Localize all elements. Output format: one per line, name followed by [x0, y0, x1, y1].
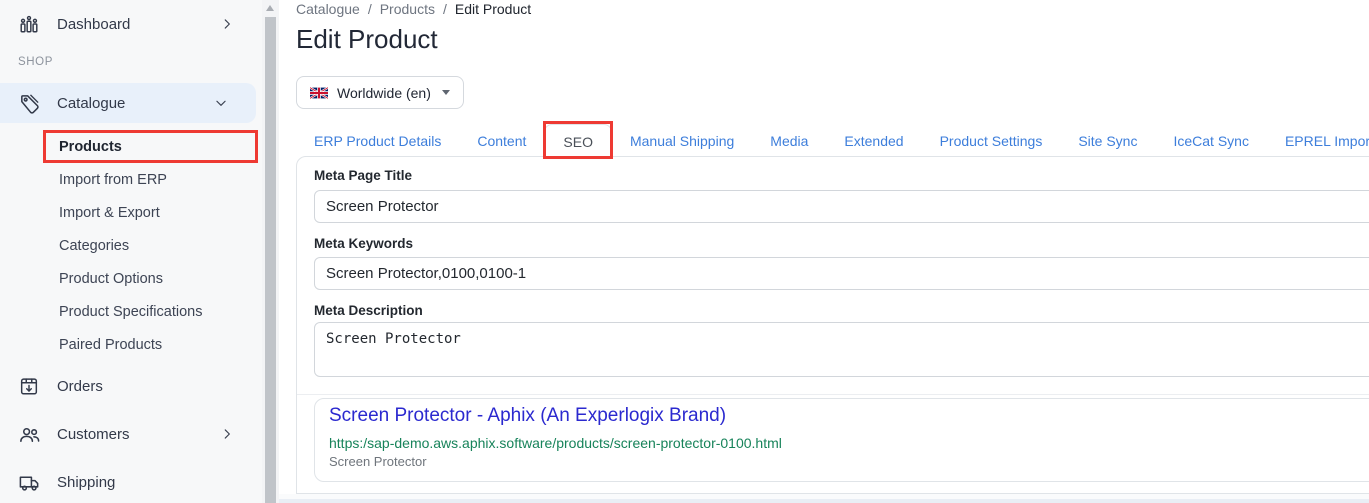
users-icon — [17, 422, 41, 446]
divider — [297, 394, 1369, 395]
edit-product-page: Dashboard SHOP Catalogue Products — [0, 0, 1369, 503]
tab-manual-shipping[interactable]: Manual Shipping — [612, 124, 752, 157]
sidebar-item-catalogue[interactable]: Catalogue — [0, 83, 256, 123]
page-title: Edit Product — [296, 24, 438, 55]
serp-preview-card: Screen Protector - Aphix (An Experlogix … — [314, 398, 1369, 482]
sidebar-item-paired-products[interactable]: Paired Products — [0, 328, 262, 361]
tab-seo[interactable]: SEO — [544, 124, 612, 158]
sidebar-item-categories[interactable]: Categories — [0, 229, 262, 262]
serp-preview-description: Screen Protector — [329, 454, 427, 469]
sidebar-item-shipping[interactable]: Shipping — [0, 466, 262, 498]
scrollbar-up-arrow-icon[interactable] — [266, 5, 274, 11]
meta-keywords-input[interactable] — [314, 257, 1369, 290]
uk-flag-icon — [310, 87, 328, 99]
tag-icon — [17, 91, 41, 115]
meta-page-title-input[interactable] — [314, 190, 1369, 223]
main-content: Catalogue / Products / Edit Product Edit… — [279, 0, 1369, 503]
catalogue-submenu: Products Import from ERP Import & Export… — [0, 130, 262, 361]
tab-icecat-sync[interactable]: IceCat Sync — [1155, 124, 1266, 157]
breadcrumb-separator: / — [368, 1, 372, 17]
sidebar-item-label: Shipping — [57, 474, 115, 491]
sidebar-item-orders[interactable]: Orders — [0, 370, 262, 402]
sidebar-item-products[interactable]: Products — [0, 130, 262, 163]
breadcrumb-separator: / — [443, 1, 447, 17]
sidebar-item-label: Dashboard — [57, 16, 130, 33]
sidebar-item-import-from-erp[interactable]: Import from ERP — [0, 163, 262, 196]
scrollbar-thumb[interactable] — [265, 17, 276, 503]
tab-bar: ERP Product Details Content SEO Manual S… — [296, 124, 1369, 157]
tab-content[interactable]: Content — [459, 124, 544, 157]
sidebar-item-label: Customers — [57, 426, 130, 443]
sidebar-section-shop: SHOP — [18, 56, 53, 68]
vertical-scrollbar[interactable] — [262, 0, 279, 503]
meta-description-label: Meta Description — [314, 303, 423, 318]
sidebar-item-product-specifications[interactable]: Product Specifications — [0, 295, 262, 328]
tab-erp-product-details[interactable]: ERP Product Details — [296, 124, 459, 157]
sidebar-item-customers[interactable]: Customers — [0, 418, 262, 450]
tab-extended[interactable]: Extended — [826, 124, 921, 157]
sidebar: Dashboard SHOP Catalogue Products — [0, 0, 262, 503]
truck-icon — [17, 470, 41, 494]
bar-chart-icon — [17, 12, 41, 36]
tab-eprel-import[interactable]: EPREL Import — [1267, 124, 1369, 157]
sidebar-item-dashboard[interactable]: Dashboard — [0, 8, 262, 40]
tab-product-settings[interactable]: Product Settings — [922, 124, 1061, 157]
caret-down-icon — [442, 90, 450, 95]
chevron-right-icon — [220, 17, 234, 31]
tab-site-sync[interactable]: Site Sync — [1060, 124, 1155, 157]
package-icon — [17, 374, 41, 398]
meta-page-title-label: Meta Page Title — [314, 168, 412, 183]
meta-keywords-label: Meta Keywords — [314, 236, 413, 251]
seo-tab-panel: Meta Page Title Meta Keywords Meta Descr… — [296, 156, 1369, 494]
breadcrumb-current: Edit Product — [455, 1, 531, 17]
meta-description-textarea[interactable]: Screen Protector — [314, 322, 1369, 377]
breadcrumb-catalogue[interactable]: Catalogue — [296, 1, 360, 17]
language-selector-label: Worldwide (en) — [337, 85, 431, 101]
breadcrumb-products[interactable]: Products — [380, 1, 435, 17]
language-selector-button[interactable]: Worldwide (en) — [296, 76, 464, 109]
chevron-right-icon — [220, 427, 234, 441]
bottom-edge-strip — [279, 499, 1369, 503]
breadcrumb: Catalogue / Products / Edit Product — [296, 1, 531, 17]
serp-preview-title: Screen Protector - Aphix (An Experlogix … — [329, 405, 726, 427]
sidebar-item-label: Catalogue — [57, 95, 125, 112]
tab-media[interactable]: Media — [752, 124, 826, 157]
serp-preview-url: https:/sap-demo.aws.aphix.software/produ… — [329, 435, 782, 451]
chevron-down-icon — [214, 96, 228, 110]
sidebar-item-product-options[interactable]: Product Options — [0, 262, 262, 295]
sidebar-item-label: Orders — [57, 378, 103, 395]
sidebar-item-import-export[interactable]: Import & Export — [0, 196, 262, 229]
